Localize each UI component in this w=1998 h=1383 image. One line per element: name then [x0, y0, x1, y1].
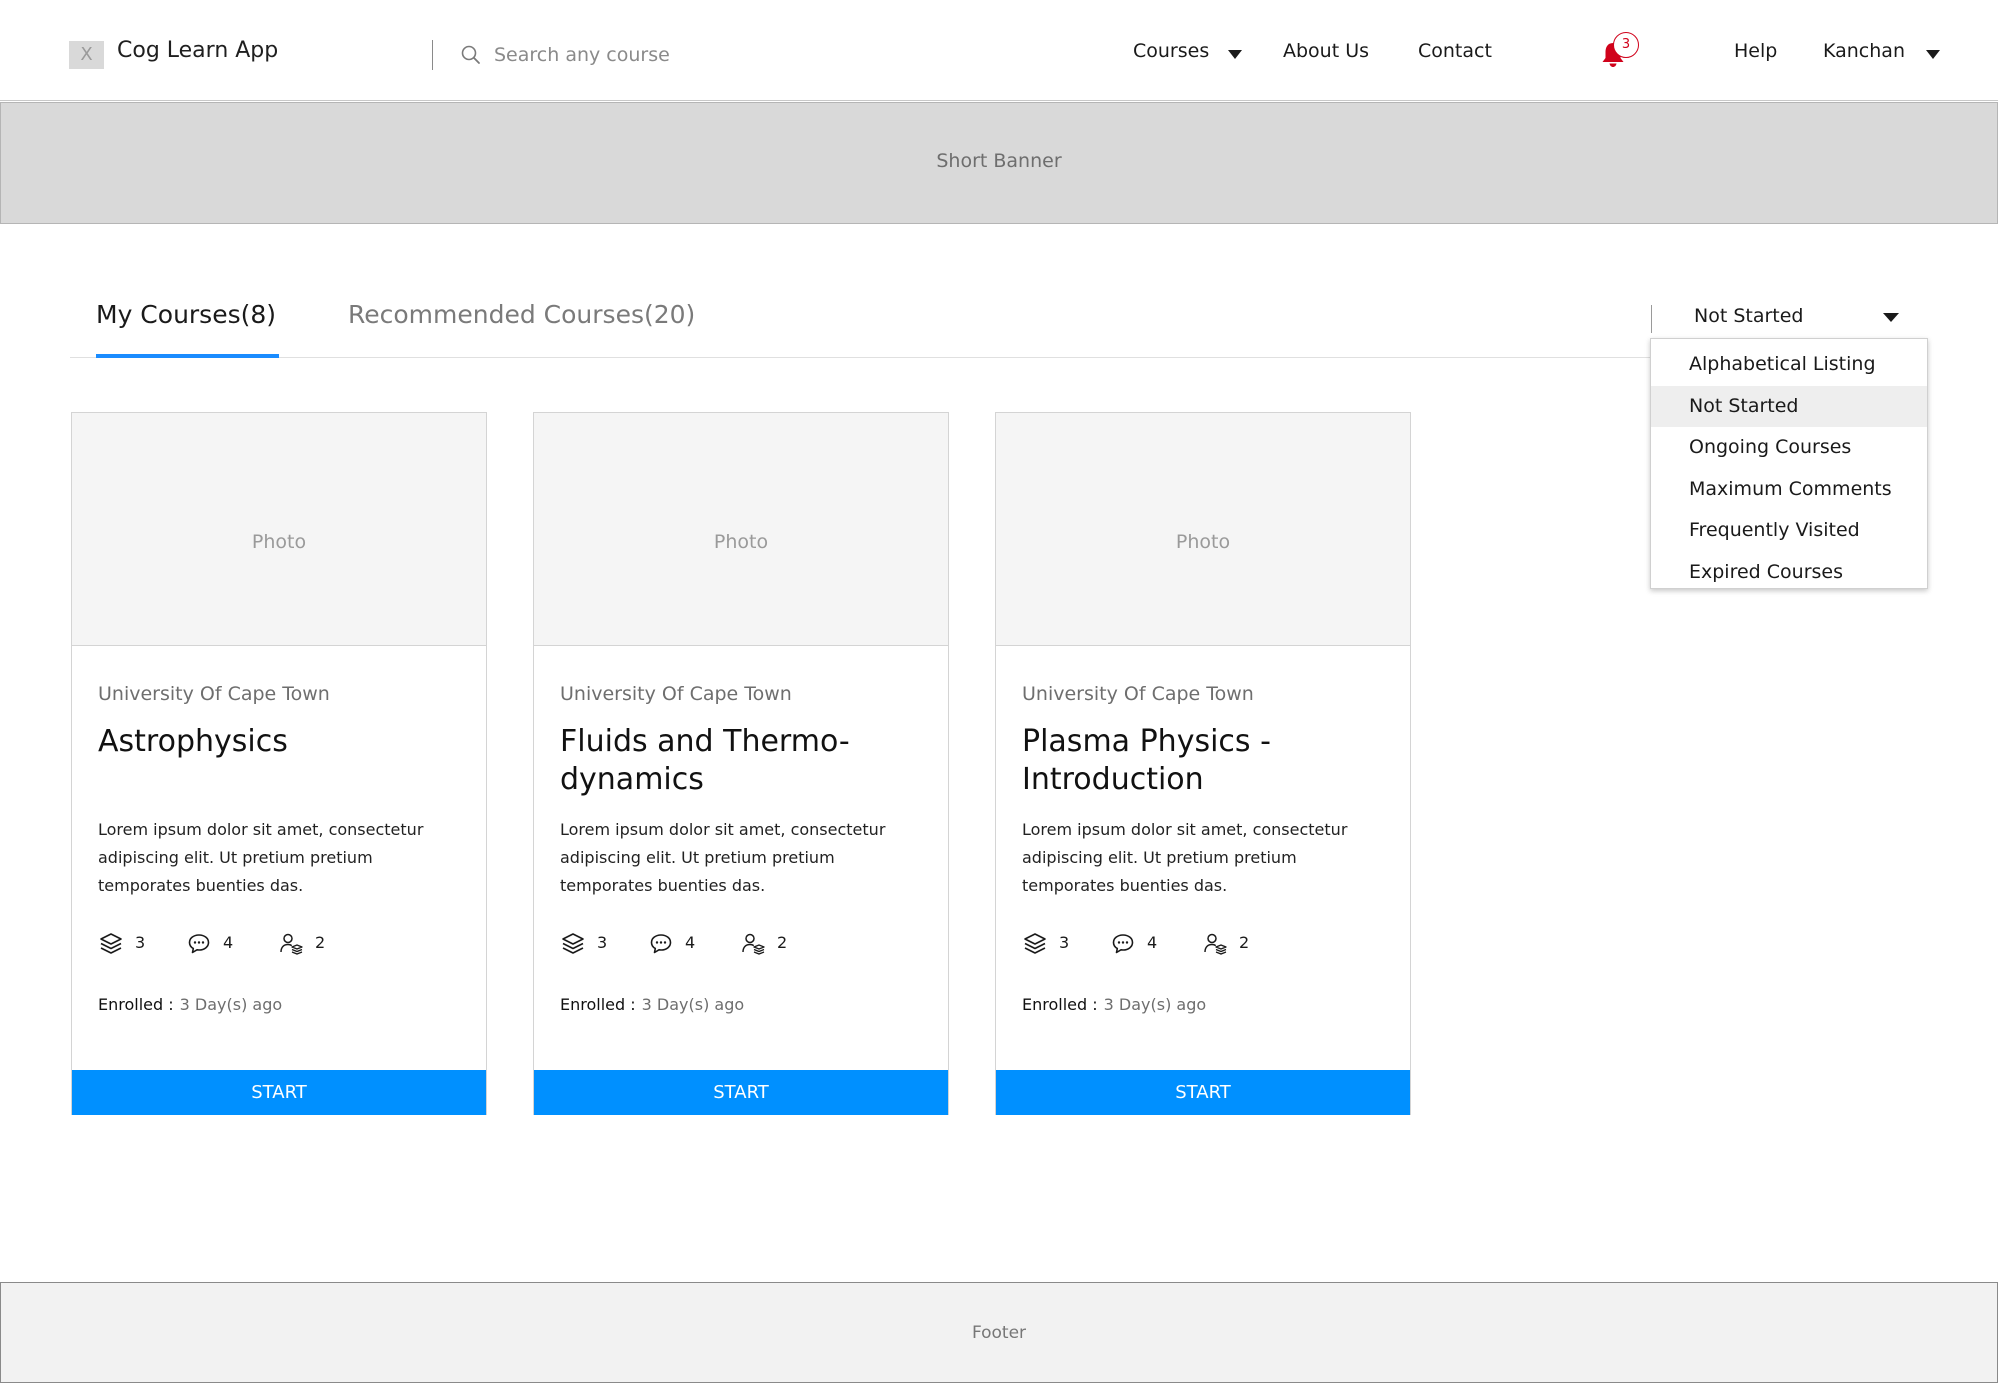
filter-option-expired[interactable]: Expired Courses: [1651, 552, 1927, 594]
modules-count: 3: [135, 933, 146, 952]
enrolled-info: Enrolled : 3 Day(s) ago: [560, 995, 744, 1014]
short-banner: Short Banner: [0, 102, 1998, 224]
nav-contact-link[interactable]: Contact: [1418, 40, 1492, 62]
nav-help-link[interactable]: Help: [1734, 40, 1777, 62]
search-divider: [432, 40, 433, 70]
search-input[interactable]: [494, 38, 794, 72]
filter-option-frequently-visited[interactable]: Frequently Visited: [1651, 510, 1927, 552]
photo-placeholder-label: Photo: [251, 531, 307, 553]
filter-option-not-started[interactable]: Not Started: [1651, 385, 1927, 427]
modules-count: 3: [1059, 933, 1070, 952]
course-description: Lorem ipsum dolor sit amet, consectetur …: [560, 820, 886, 895]
filter-selected-value: Not Started: [1694, 305, 1804, 327]
comment-icon: [188, 934, 210, 954]
course-card[interactable]: Photo University Of Cape Town Plasma Phy…: [995, 412, 1411, 1115]
course-university: University Of Cape Town: [98, 683, 330, 705]
filter-option-alphabetical[interactable]: Alphabetical Listing: [1651, 344, 1927, 386]
course-university: University Of Cape Town: [560, 683, 792, 705]
course-description: Lorem ipsum dolor sit amet, consectetur …: [98, 820, 424, 895]
top-header: X Cog Learn App Courses About Us Contact…: [0, 0, 1998, 101]
start-button[interactable]: START: [72, 1070, 486, 1115]
filter-dropdown-menu: Alphabetical Listing Not Started Ongoing…: [1650, 338, 1928, 589]
course-title[interactable]: Fluids and Thermo-dynamics: [560, 723, 930, 799]
notification-badge: 3: [1613, 32, 1639, 58]
footer-label: Footer: [971, 1323, 1027, 1343]
comment-icon: [650, 934, 672, 954]
nav-courses-menu[interactable]: Courses: [1133, 40, 1209, 62]
enrolled-label: Enrolled :: [1022, 995, 1098, 1014]
comments-count: 4: [685, 933, 696, 952]
comments-count: 4: [1147, 933, 1158, 952]
enrolled-time: 3 Day(s) ago: [179, 995, 283, 1014]
start-button[interactable]: START: [534, 1070, 948, 1115]
tab-my-courses[interactable]: My Courses(8): [96, 300, 276, 329]
filter-divider: [1651, 305, 1652, 333]
user-stack-icon: [1204, 933, 1227, 955]
user-menu[interactable]: Kanchan: [1823, 40, 1905, 62]
user-stack-icon: [742, 933, 765, 955]
layers-icon: [1024, 933, 1046, 954]
course-card[interactable]: Photo University Of Cape Town Fluids and…: [533, 412, 949, 1115]
search-icon[interactable]: [459, 43, 483, 67]
logo-icon[interactable]: X: [69, 41, 104, 69]
nav-courses-label: Courses: [1133, 40, 1210, 62]
chevron-down-icon[interactable]: [1883, 313, 1899, 322]
enrolled-info: Enrolled : 3 Day(s) ago: [98, 995, 282, 1014]
chevron-down-icon[interactable]: [1228, 50, 1242, 59]
course-photo[interactable]: Photo: [72, 413, 486, 646]
course-university: University Of Cape Town: [1022, 683, 1254, 705]
course-title[interactable]: Astrophysics: [98, 723, 468, 761]
user-name: Kanchan: [1823, 40, 1905, 62]
comment-icon: [1112, 934, 1134, 954]
users-count: 2: [1239, 933, 1250, 952]
course-card[interactable]: Photo University Of Cape Town Astrophysi…: [71, 412, 487, 1115]
tab-recommended-courses[interactable]: Recommended Courses(20): [348, 300, 695, 329]
course-title[interactable]: Plasma Physics - Introduction: [1022, 723, 1392, 799]
tabs-divider: [70, 357, 1650, 358]
nav-about-link[interactable]: About Us: [1283, 40, 1369, 62]
layers-icon: [100, 933, 122, 954]
start-button[interactable]: START: [996, 1070, 1410, 1115]
app-title[interactable]: Cog Learn App: [117, 38, 278, 63]
photo-placeholder-label: Photo: [1175, 531, 1231, 553]
active-tab-indicator: [96, 354, 279, 358]
course-photo[interactable]: Photo: [534, 413, 948, 646]
enrolled-label: Enrolled :: [98, 995, 174, 1014]
enrolled-label: Enrolled :: [560, 995, 636, 1014]
banner-label: Short Banner: [936, 150, 1062, 172]
filter-option-ongoing[interactable]: Ongoing Courses: [1651, 427, 1927, 469]
chevron-down-icon[interactable]: [1926, 50, 1940, 59]
filter-select[interactable]: Not Started: [1660, 300, 1910, 336]
user-stack-icon: [280, 933, 303, 955]
course-photo[interactable]: Photo: [996, 413, 1410, 646]
photo-placeholder-label: Photo: [713, 531, 769, 553]
page-footer: Footer: [0, 1282, 1998, 1383]
enrolled-time: 3 Day(s) ago: [641, 995, 745, 1014]
filter-option-max-comments[interactable]: Maximum Comments: [1651, 469, 1927, 511]
enrolled-time: 3 Day(s) ago: [1103, 995, 1207, 1014]
modules-count: 3: [597, 933, 608, 952]
course-description: Lorem ipsum dolor sit amet, consectetur …: [1022, 820, 1348, 895]
layers-icon: [562, 933, 584, 954]
users-count: 2: [315, 933, 326, 952]
comments-count: 4: [223, 933, 234, 952]
users-count: 2: [777, 933, 788, 952]
enrolled-info: Enrolled : 3 Day(s) ago: [1022, 995, 1206, 1014]
